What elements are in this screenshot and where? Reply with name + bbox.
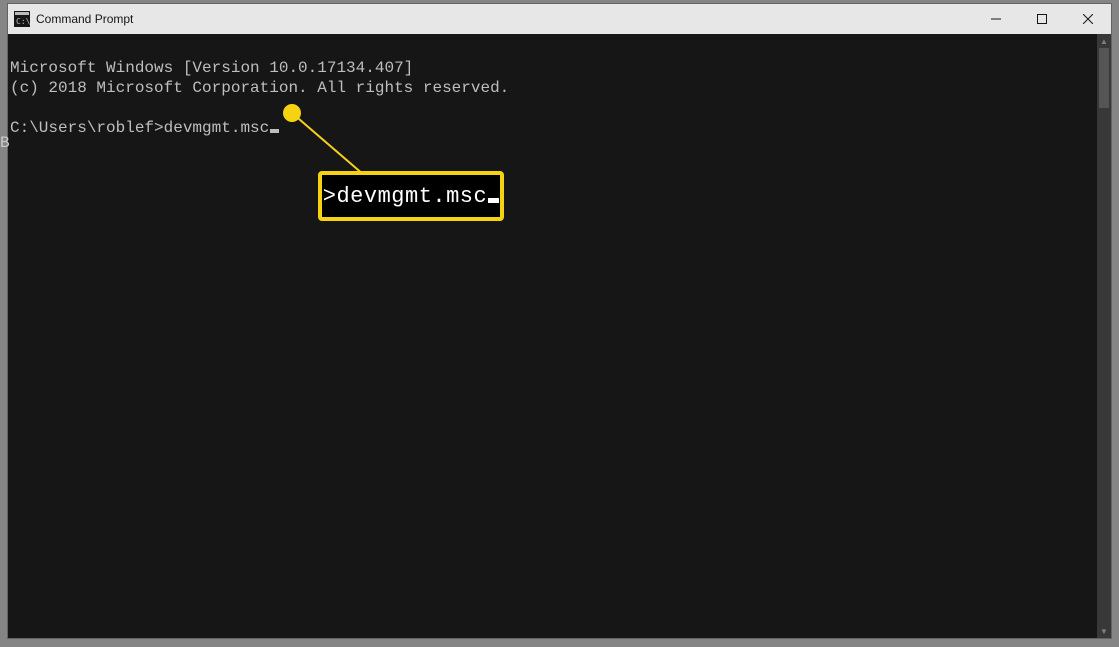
background-window-edge-char: B	[0, 134, 10, 152]
scrollbar-track[interactable]	[1097, 48, 1111, 624]
callout-text: >devmgmt.msc	[323, 184, 499, 209]
cmd-icon: C:\	[14, 11, 30, 27]
cursor-icon	[270, 129, 279, 133]
command-prompt-window: C:\ Command Prompt Microsoft Windows [Ve…	[8, 4, 1111, 638]
scrollbar-thumb[interactable]	[1099, 48, 1109, 108]
callout-cursor-icon	[488, 198, 499, 203]
terminal-line-copyright: (c) 2018 Microsoft Corporation. All righ…	[10, 79, 509, 97]
scrollbar-down-arrow-icon[interactable]: ▼	[1097, 624, 1111, 638]
maximize-button[interactable]	[1019, 4, 1065, 34]
annotation-dot-icon	[283, 104, 301, 122]
window-controls	[973, 4, 1111, 34]
titlebar[interactable]: C:\ Command Prompt	[8, 4, 1111, 34]
terminal-area[interactable]: Microsoft Windows [Version 10.0.17134.40…	[8, 34, 1111, 638]
terminal-command-input[interactable]: devmgmt.msc	[164, 119, 270, 137]
annotation-callout: >devmgmt.msc	[318, 171, 504, 221]
vertical-scrollbar[interactable]: ▲ ▼	[1097, 34, 1111, 638]
svg-text:C:\: C:\	[16, 17, 30, 26]
terminal-prompt: C:\Users\roblef>	[10, 119, 164, 137]
callout-prefix: >	[323, 184, 337, 209]
minimize-button[interactable]	[973, 4, 1019, 34]
scrollbar-up-arrow-icon[interactable]: ▲	[1097, 34, 1111, 48]
window-title: Command Prompt	[36, 12, 133, 26]
terminal-line-version: Microsoft Windows [Version 10.0.17134.40…	[10, 59, 413, 77]
close-button[interactable]	[1065, 4, 1111, 34]
callout-command: devmgmt.msc	[336, 184, 487, 209]
terminal-content[interactable]: Microsoft Windows [Version 10.0.17134.40…	[8, 34, 1097, 638]
